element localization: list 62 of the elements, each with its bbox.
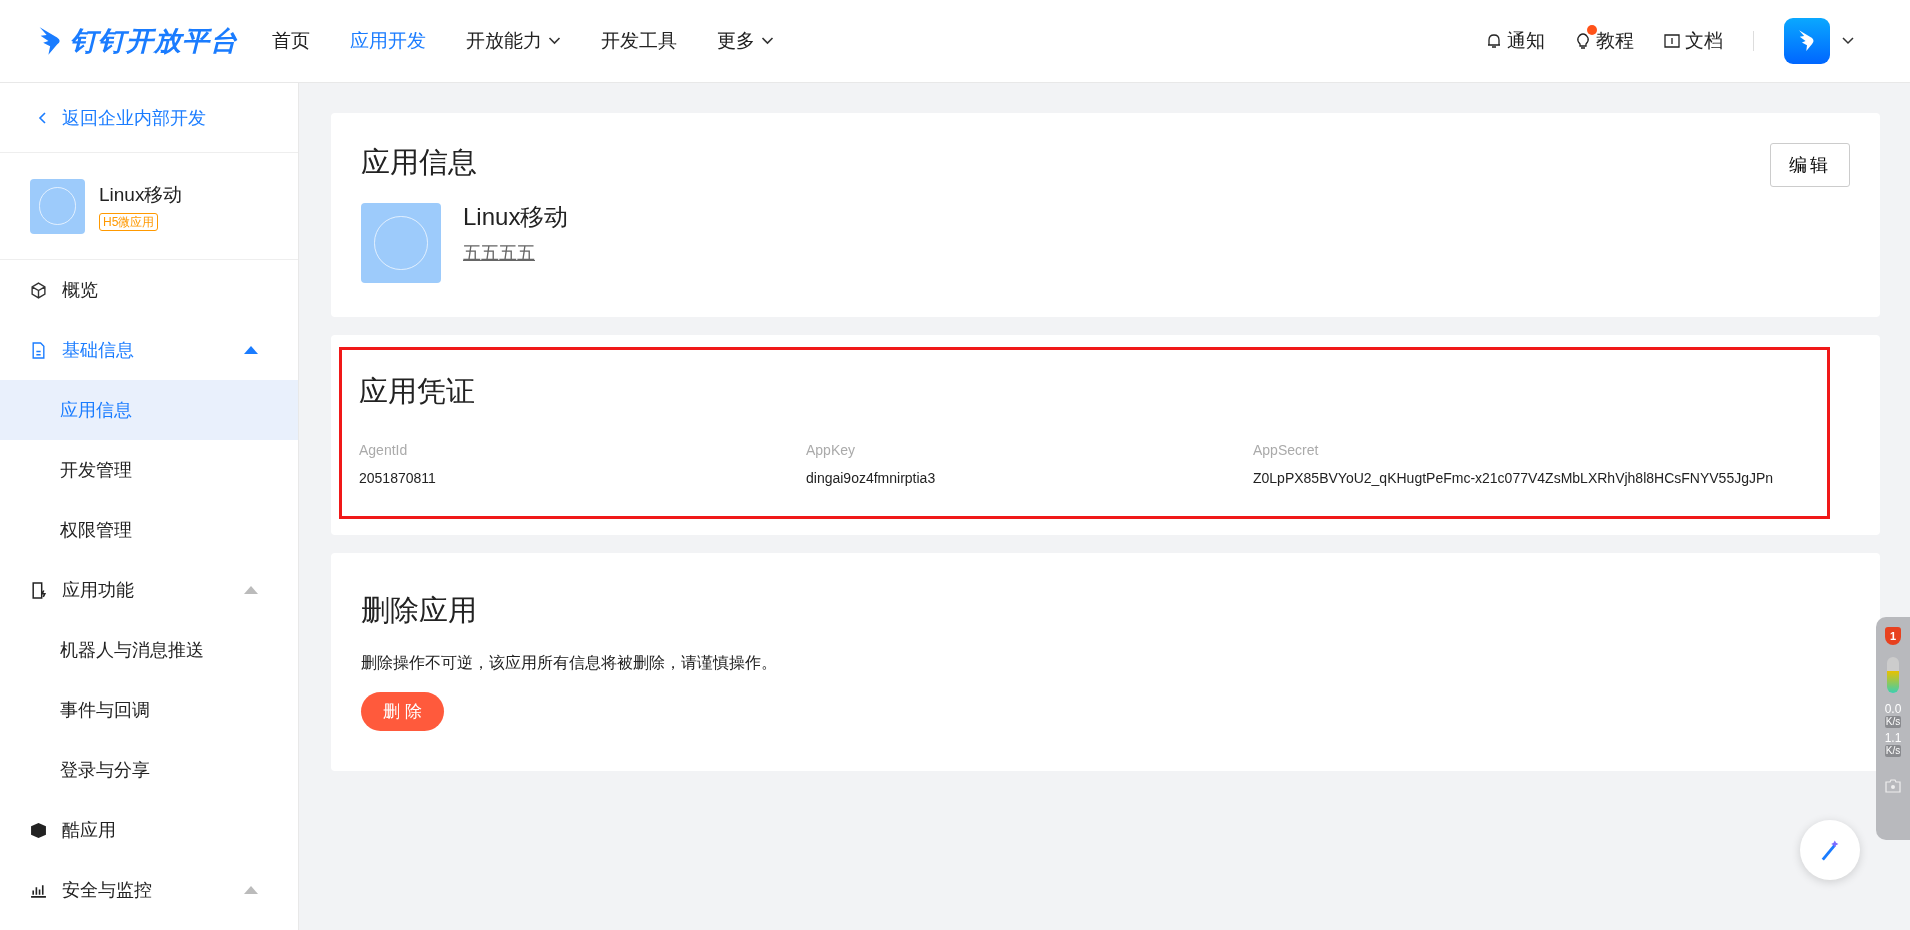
header-link[interactable]: 通知 — [1486, 28, 1545, 54]
cube-app-icon — [30, 821, 47, 839]
sidebar-subitem[interactable]: 登录与分享 — [0, 740, 298, 800]
sidebar-subitem[interactable]: 机器人与消息推送 — [0, 620, 298, 680]
app-avatar-icon[interactable] — [1784, 18, 1830, 64]
upload-speed: 0.0 — [1884, 703, 1902, 716]
bell-icon — [1486, 33, 1502, 49]
expand-arrow-icon[interactable] — [244, 886, 258, 894]
chevron-down-icon — [548, 37, 561, 45]
sidebar-item[interactable]: 应用功能 — [0, 560, 298, 620]
app-name: Linux移动 — [463, 202, 569, 232]
section-title: 应用信息 — [361, 145, 477, 180]
expand-arrow-icon[interactable] — [244, 586, 258, 594]
gauge-icon — [1887, 657, 1899, 693]
phone-bolt-icon — [30, 581, 47, 599]
shield-badge: 1 — [1885, 627, 1901, 645]
header-link[interactable]: 教程 — [1575, 28, 1634, 54]
app-name: Linux移动 — [99, 182, 183, 207]
download-speed: 1.1 — [1884, 732, 1902, 745]
field-value: Z0LpPX85BVYoU2_qKHugtPeFmc-x21c077V4ZsMbLXRhVjh8l8HCsFNYV55JgJPn — [1253, 470, 1774, 486]
sidebar-subitem[interactable]: 权限管理 — [0, 500, 298, 560]
nav-tab[interactable]: 开放能力 — [466, 28, 561, 54]
document-icon — [30, 341, 47, 359]
chevron-down-icon[interactable] — [1842, 37, 1854, 45]
nav-tab[interactable]: 开发工具 — [601, 28, 677, 54]
chevron-left-icon — [38, 111, 46, 124]
chevron-down-icon — [761, 37, 774, 45]
field-label: AppSecret — [1253, 442, 1320, 458]
field-label: AppKey — [806, 442, 857, 458]
field-value: 2051870811 — [359, 470, 437, 486]
sidebar-item[interactable]: 概览 — [0, 260, 298, 320]
sidebar-subitem[interactable]: 开发管理 — [0, 440, 298, 500]
nav-tab[interactable]: 应用开发 — [350, 28, 426, 54]
edit-button[interactable]: 编辑 — [1770, 143, 1850, 187]
lightbulb-icon — [1575, 33, 1591, 49]
field-value: dingai9oz4fmnirptia3 — [806, 470, 937, 486]
sidebar-item[interactable]: 酷应用 — [0, 800, 298, 860]
field-label: AgentId — [359, 442, 409, 458]
expand-arrow-icon[interactable] — [244, 346, 258, 354]
section-title: 应用凭证 — [359, 374, 476, 409]
app-description: 五五五五 — [463, 242, 536, 265]
cube-icon — [30, 281, 47, 299]
sidebar-subitem[interactable]: 应用信息 — [0, 380, 298, 440]
sidebar-item[interactable]: 基础信息 — [0, 320, 298, 380]
sidebar-subitem[interactable]: 事件与回调 — [0, 680, 298, 740]
download-unit: K/s — [1884, 745, 1902, 757]
app-icon — [361, 203, 441, 283]
logo-text[interactable]: 钉钉开放平台 — [70, 23, 238, 59]
book-icon — [1664, 33, 1680, 49]
app-icon — [30, 178, 85, 234]
nav-tab[interactable]: 首页 — [272, 28, 310, 54]
section-title: 删除应用 — [361, 593, 478, 628]
upload-unit: K/s — [1884, 716, 1902, 728]
app-type-tag: H5微应用 — [99, 212, 159, 231]
header-link[interactable]: 文档 — [1664, 28, 1723, 54]
back-link[interactable]: 返回企业内部开发 — [0, 83, 298, 153]
warning-text: 删除操作不可逆，该应用所有信息将被删除，请谨慎操作。 — [361, 653, 778, 673]
nav-tab[interactable]: 更多 — [717, 28, 774, 54]
sidebar-item[interactable]: 安全与监控 — [0, 860, 298, 920]
notification-dot — [1587, 25, 1597, 35]
magic-wand-button[interactable] — [1800, 820, 1860, 880]
camera-icon[interactable] — [1885, 779, 1901, 793]
